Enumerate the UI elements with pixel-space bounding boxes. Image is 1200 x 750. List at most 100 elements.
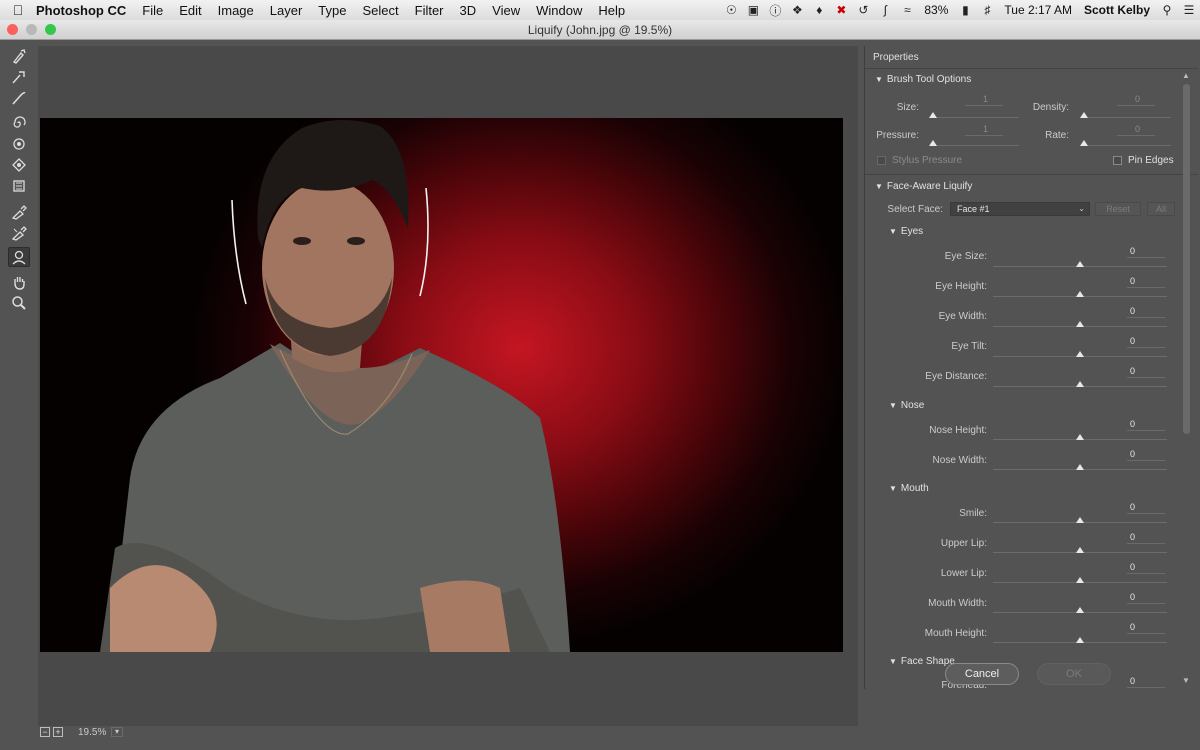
- panel-scrollbar-thumb[interactable]: [1183, 84, 1190, 434]
- brush-options-header[interactable]: ▼ Brush Tool Options: [875, 74, 971, 85]
- volume-icon[interactable]: ♯: [976, 0, 998, 20]
- select-face-value: Face #1: [957, 204, 990, 214]
- creative-cloud-icon[interactable]: ☉: [720, 0, 742, 20]
- eye-size-input[interactable]: 0: [1127, 246, 1165, 258]
- thaw-mask-icon[interactable]: [8, 223, 30, 243]
- apple-menu-icon[interactable]: : [0, 2, 36, 18]
- battery-icon[interactable]: ▮: [954, 0, 976, 20]
- eye-tilt-input[interactable]: 0: [1127, 336, 1165, 348]
- reset-button[interactable]: Reset: [1095, 202, 1141, 216]
- mouth-height-slider-thumb[interactable]: [1076, 637, 1084, 643]
- preview-canvas[interactable]: [38, 46, 858, 726]
- spotlight-search-icon[interactable]: ⚲: [1156, 0, 1178, 20]
- eye-width-input[interactable]: 0: [1127, 306, 1165, 318]
- app-x-icon[interactable]: ✖: [830, 0, 852, 20]
- nose-group-header[interactable]: ▼ Nose: [889, 400, 924, 411]
- eye-distance-input[interactable]: 0: [1127, 366, 1165, 378]
- menu-layer[interactable]: Layer: [262, 3, 311, 18]
- nose-width-slider-thumb[interactable]: [1076, 464, 1084, 470]
- eye-height-slider-thumb[interactable]: [1076, 291, 1084, 297]
- zoom-in-button[interactable]: +: [53, 727, 63, 737]
- brush-rate-input[interactable]: 0: [1117, 124, 1155, 136]
- wifi-icon[interactable]: ≈: [896, 0, 918, 20]
- liquify-dialog: − + 19.5% ▾ Properties ▼ Brush Tool Optio…: [0, 40, 1200, 750]
- brush-size-slider-track[interactable]: [933, 117, 1019, 118]
- face-aware-header[interactable]: ▼ Face-Aware Liquify: [875, 181, 972, 192]
- smile-slider-thumb[interactable]: [1076, 517, 1084, 523]
- menu-image[interactable]: Image: [210, 3, 262, 18]
- smile-input[interactable]: 0: [1127, 502, 1165, 514]
- menu-select[interactable]: Select: [354, 3, 406, 18]
- brush-pressure-slider-track[interactable]: [933, 145, 1019, 146]
- twirl-clockwise-icon[interactable]: [8, 113, 30, 133]
- menu-app-name[interactable]: Photoshop CC: [36, 3, 134, 18]
- ok-button[interactable]: OK: [1037, 663, 1111, 685]
- photo-preview[interactable]: [40, 118, 843, 652]
- menu-file[interactable]: File: [134, 3, 171, 18]
- brush-rate-slider-track[interactable]: [1085, 145, 1171, 146]
- select-face-dropdown[interactable]: Face #1 ⌄: [950, 202, 1090, 216]
- upper-lip-slider-thumb[interactable]: [1076, 547, 1084, 553]
- brush-size-slider-thumb[interactable]: [929, 112, 937, 118]
- smooth-icon[interactable]: [8, 88, 30, 108]
- mouth-width-slider-thumb[interactable]: [1076, 607, 1084, 613]
- nose-height-slider-thumb[interactable]: [1076, 434, 1084, 440]
- time-machine-icon[interactable]: ↺: [852, 0, 874, 20]
- mouth-height-input[interactable]: 0: [1127, 622, 1165, 634]
- forehead-input[interactable]: 0: [1127, 676, 1165, 688]
- brush-density-slider-track[interactable]: [1085, 117, 1171, 118]
- menu-filter[interactable]: Filter: [407, 3, 452, 18]
- bloat-icon[interactable]: [8, 155, 30, 175]
- eyes-group-header[interactable]: ▼ Eyes: [889, 226, 923, 237]
- menu-type[interactable]: Type: [310, 3, 354, 18]
- mouth-group-header[interactable]: ▼ Mouth: [889, 483, 929, 494]
- forward-warp-icon[interactable]: [8, 46, 30, 66]
- mouth-width-input[interactable]: 0: [1127, 592, 1165, 604]
- pin-edges-checkbox[interactable]: [1113, 156, 1122, 165]
- camera-icon[interactable]: ▣: [742, 0, 764, 20]
- info-icon[interactable]: ⓘ: [764, 0, 786, 20]
- menu-user[interactable]: Scott Kelby: [1078, 3, 1156, 17]
- zoom-dropdown-chevron-icon[interactable]: ▾: [111, 727, 123, 737]
- menu-edit[interactable]: Edit: [171, 3, 209, 18]
- evernote-icon[interactable]: ♦: [808, 0, 830, 20]
- brush-density-slider-thumb[interactable]: [1080, 112, 1088, 118]
- menu-window[interactable]: Window: [528, 3, 590, 18]
- upper-lip-input[interactable]: 0: [1127, 532, 1165, 544]
- brush-size-input[interactable]: 1: [965, 94, 1003, 106]
- eye-distance-slider-thumb[interactable]: [1076, 381, 1084, 387]
- bluetooth-icon[interactable]: ∫: [874, 0, 896, 20]
- lower-lip-input[interactable]: 0: [1127, 562, 1165, 574]
- freeze-mask-icon[interactable]: [8, 202, 30, 222]
- menu-3d[interactable]: 3D: [452, 3, 485, 18]
- notification-list-icon[interactable]: ☰: [1178, 0, 1200, 20]
- menu-help[interactable]: Help: [590, 3, 633, 18]
- zoom-icon[interactable]: [8, 293, 30, 313]
- stylus-pressure-checkbox[interactable]: [877, 156, 886, 165]
- menu-clock[interactable]: Tue 2:17 AM: [998, 3, 1078, 17]
- face-shape-group-header[interactable]: ▼ Face Shape: [889, 656, 955, 667]
- face-tool-icon[interactable]: [8, 247, 30, 267]
- brush-pressure-slider-thumb[interactable]: [929, 140, 937, 146]
- eye-height-input[interactable]: 0: [1127, 276, 1165, 288]
- hand-icon[interactable]: [8, 272, 30, 292]
- push-left-icon[interactable]: [8, 176, 30, 196]
- eye-tilt-slider-thumb[interactable]: [1076, 351, 1084, 357]
- lower-lip-slider-thumb[interactable]: [1076, 577, 1084, 583]
- eye-width-slider-thumb[interactable]: [1076, 321, 1084, 327]
- reconstruct-icon[interactable]: [8, 67, 30, 87]
- brush-density-input[interactable]: 0: [1117, 94, 1155, 106]
- eye-size-slider-thumb[interactable]: [1076, 261, 1084, 267]
- zoom-out-button[interactable]: −: [40, 727, 50, 737]
- dropbox-icon[interactable]: ❖: [786, 0, 808, 20]
- brush-pressure-input[interactable]: 1: [965, 124, 1003, 136]
- menu-view[interactable]: View: [484, 3, 528, 18]
- brush-rate-slider-thumb[interactable]: [1080, 140, 1088, 146]
- scroll-down-icon[interactable]: ▼: [1182, 676, 1190, 685]
- all-button[interactable]: All: [1147, 202, 1175, 216]
- nose-height-input[interactable]: 0: [1127, 419, 1165, 431]
- pucker-icon[interactable]: [8, 134, 30, 154]
- nose-width-input[interactable]: 0: [1127, 449, 1165, 461]
- cancel-button[interactable]: Cancel: [945, 663, 1019, 685]
- scroll-up-icon[interactable]: ▲: [1182, 71, 1190, 80]
